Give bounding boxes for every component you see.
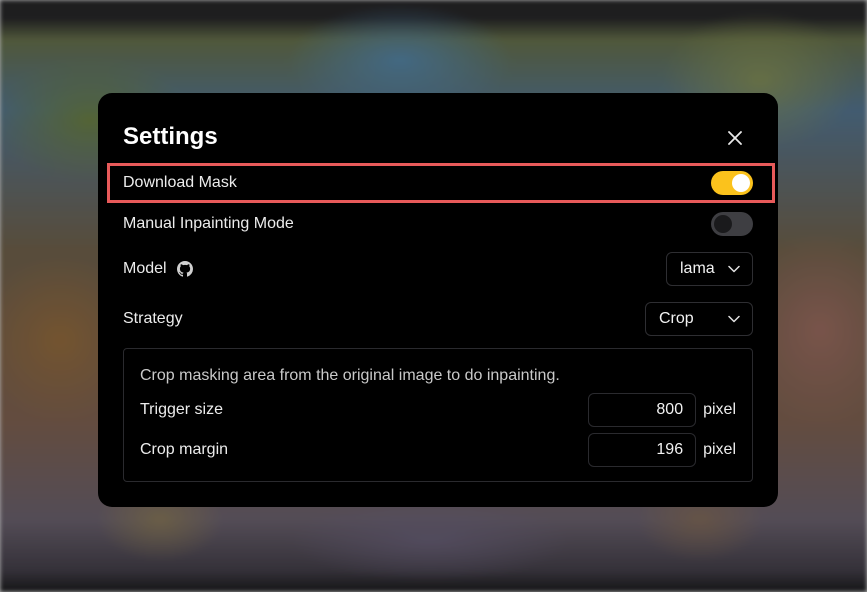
model-label-group: Model: [123, 260, 193, 278]
github-icon[interactable]: [176, 261, 193, 277]
download-mask-label: Download Mask: [123, 174, 237, 191]
crop-margin-unit: pixel: [703, 441, 736, 458]
model-select[interactable]: lama: [666, 252, 753, 286]
strategy-select-value: Crop: [659, 310, 694, 327]
trigger-size-label: Trigger size: [140, 401, 223, 418]
crop-description: Crop masking area from the original imag…: [140, 367, 560, 384]
strategy-select[interactable]: Crop: [645, 302, 753, 336]
toggle-knob: [714, 215, 732, 233]
crop-margin-input[interactable]: [588, 433, 697, 467]
manual-inpainting-toggle[interactable]: [711, 212, 753, 236]
model-select-value: lama: [680, 260, 715, 277]
setting-row-download-mask: Download Mask: [123, 171, 753, 195]
crop-margin-field-group: pixel: [588, 433, 736, 467]
model-label: Model: [123, 260, 167, 277]
trigger-size-row: Trigger size pixel: [140, 393, 736, 427]
strategy-label: Strategy: [123, 310, 183, 327]
close-button[interactable]: [723, 126, 747, 150]
download-mask-toggle[interactable]: [711, 171, 753, 195]
chevron-down-icon: [728, 265, 740, 273]
trigger-size-input[interactable]: [588, 393, 697, 427]
crop-settings-panel: Crop masking area from the original imag…: [123, 348, 753, 482]
toggle-knob: [732, 174, 750, 192]
manual-inpainting-label: Manual Inpainting Mode: [123, 215, 294, 232]
dialog-title: Settings: [123, 123, 218, 150]
crop-margin-label: Crop margin: [140, 441, 229, 458]
crop-margin-row: Crop margin pixel: [140, 433, 736, 467]
close-icon: [728, 131, 742, 145]
trigger-size-unit: pixel: [703, 401, 736, 418]
setting-row-strategy: Strategy Crop: [123, 302, 753, 336]
trigger-size-field-group: pixel: [588, 393, 736, 427]
settings-dialog: Settings Download Mask Manual Inpainting…: [98, 93, 778, 507]
chevron-down-icon: [728, 315, 740, 323]
setting-row-model: Model lama: [123, 252, 753, 286]
setting-row-manual-inpainting: Manual Inpainting Mode: [123, 212, 753, 236]
